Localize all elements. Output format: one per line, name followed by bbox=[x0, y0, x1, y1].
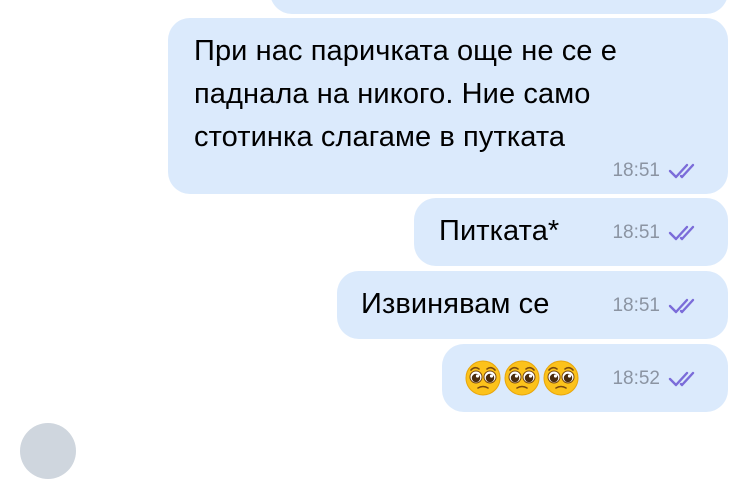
message-bubble[interactable]: 18:52 bbox=[442, 344, 728, 412]
read-checkmarks-icon bbox=[668, 371, 695, 387]
message-text: Извинявам се bbox=[361, 288, 550, 320]
read-checkmarks-icon bbox=[668, 225, 695, 241]
message-meta: 18:51 bbox=[612, 160, 702, 182]
pleading-face-emoji-icon bbox=[543, 360, 579, 396]
message-bubble[interactable]: При нас паричката още не се е паднала на… bbox=[168, 18, 728, 194]
message-time: 18:51 bbox=[612, 295, 660, 316]
message-time: 18:51 bbox=[612, 222, 660, 243]
message-bubble[interactable]: Извинявам се 18:51 bbox=[337, 271, 728, 339]
message-meta: 18:51 bbox=[612, 295, 702, 317]
message-meta: 18:52 bbox=[612, 368, 702, 390]
emoji-row bbox=[465, 360, 579, 396]
message-meta: 18:51 bbox=[612, 222, 702, 244]
pleading-face-emoji-icon bbox=[504, 360, 540, 396]
message-bubble-partial[interactable] bbox=[270, 0, 728, 14]
message-text: Питката* bbox=[439, 215, 560, 247]
message-text: При нас паричката още не се е паднала на… bbox=[194, 35, 617, 153]
pleading-face-emoji-icon bbox=[465, 360, 501, 396]
message-time: 18:51 bbox=[612, 160, 660, 181]
message-time: 18:52 bbox=[612, 368, 660, 389]
message-bubble[interactable]: Питката* 18:51 bbox=[414, 198, 728, 266]
avatar[interactable] bbox=[20, 423, 76, 479]
read-checkmarks-icon bbox=[668, 163, 695, 179]
read-checkmarks-icon bbox=[668, 298, 695, 314]
